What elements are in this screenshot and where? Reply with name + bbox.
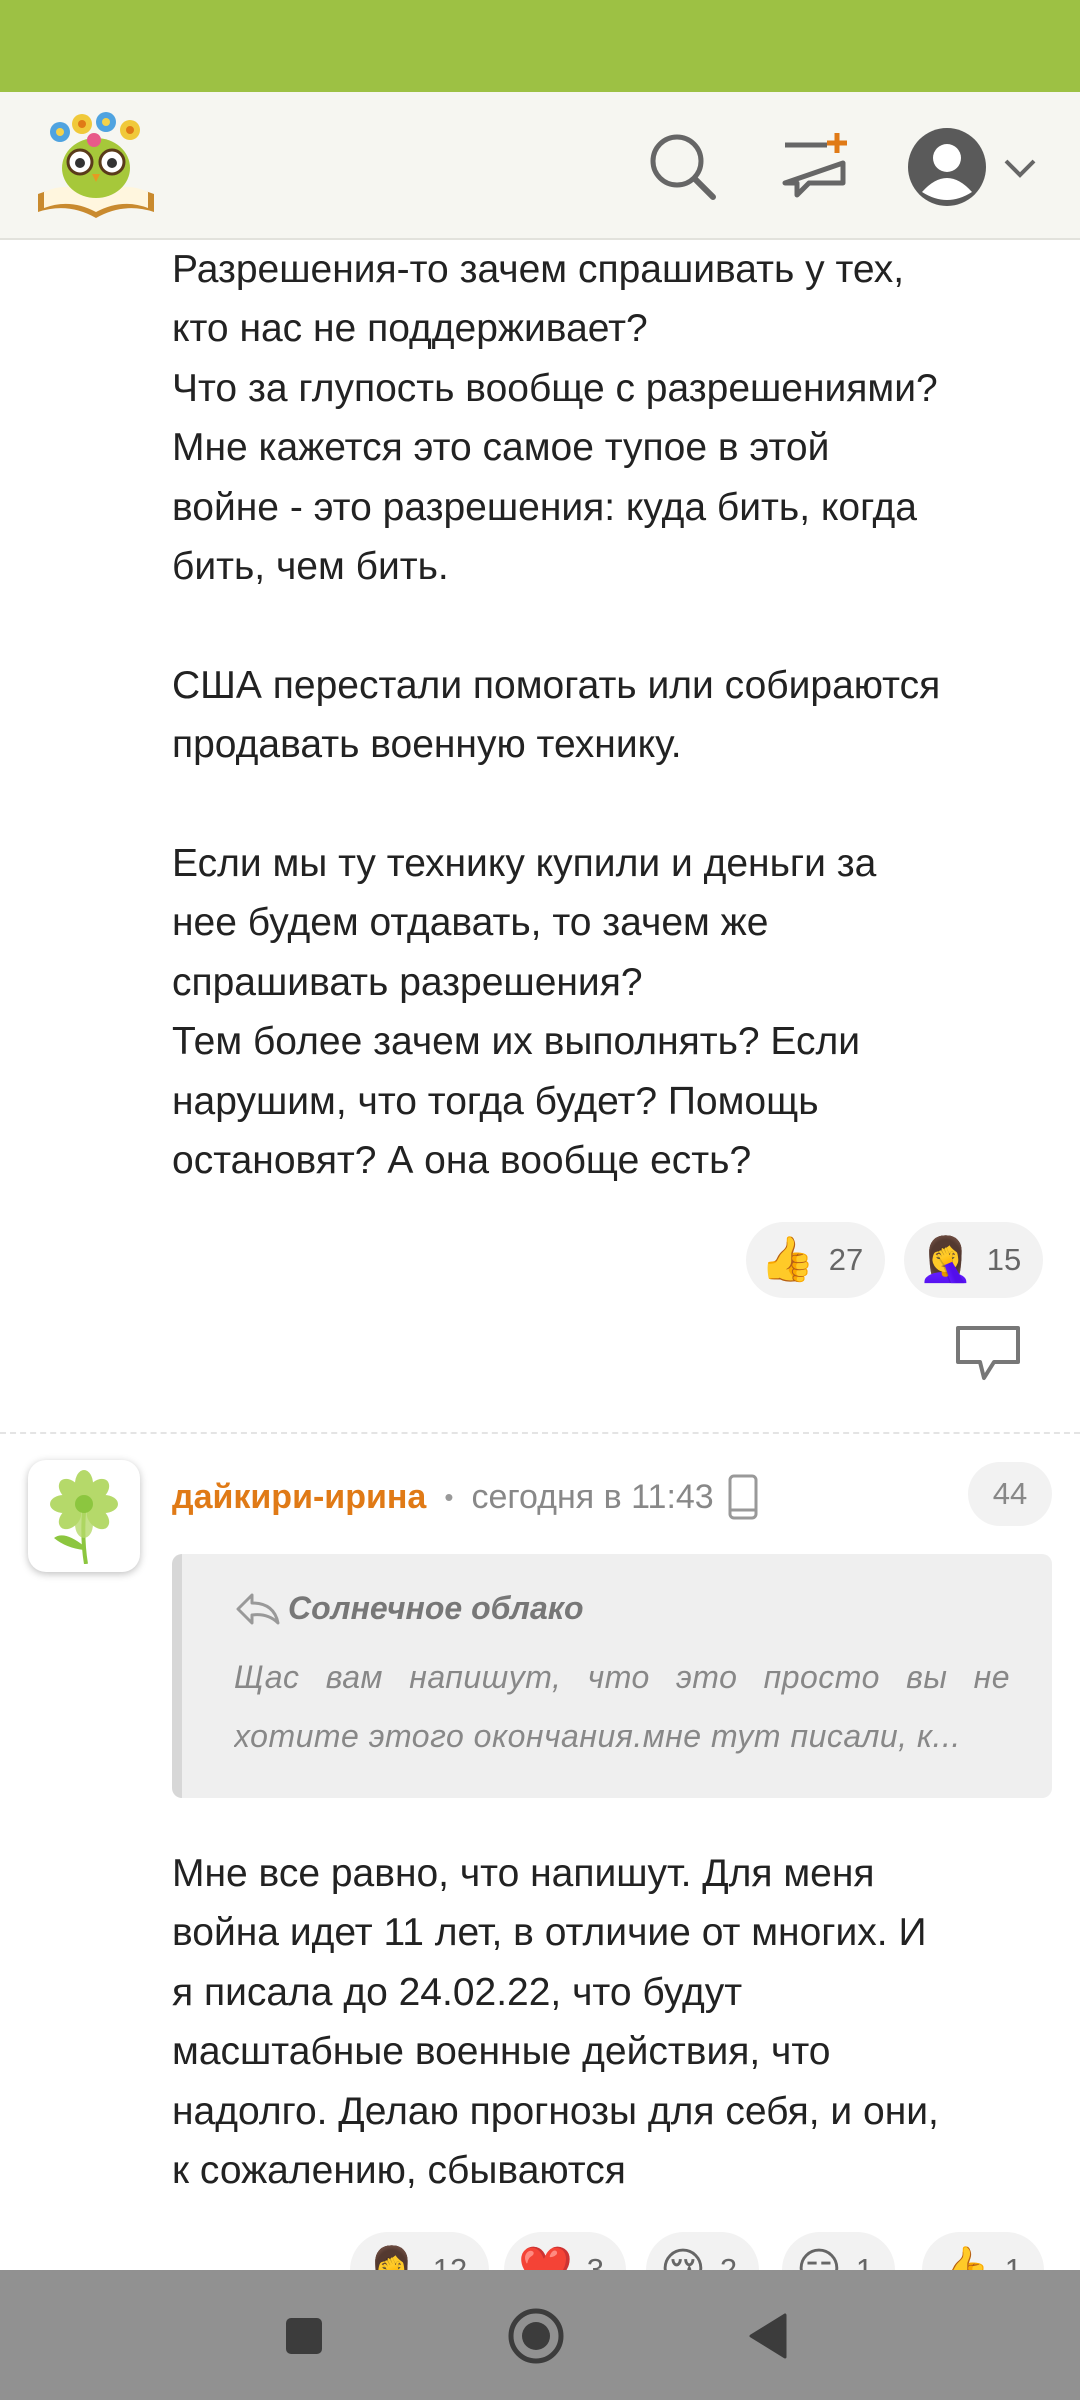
comment-time: сегодня в 11:43 — [471, 1477, 714, 1516]
triangle-back-icon — [749, 2313, 787, 2359]
sad-face-icon: 😢 — [660, 2245, 706, 2271]
mobile-phone-icon — [728, 1474, 758, 1520]
reaction-facepalm[interactable]: 🤦‍♀️ 12 — [350, 2232, 490, 2271]
comment-meta: дайкири-ирина • сегодня в 11:43 — [172, 1472, 758, 1522]
comment-author[interactable]: дайкири-ирина — [172, 1478, 426, 1517]
reaction-count: 12 — [432, 2252, 468, 2270]
system-nav-bar — [0, 2270, 1080, 2400]
quoted-comment[interactable]: Солнечное облако Щас вам напишут, что эт… — [172, 1554, 1052, 1798]
avatar[interactable] — [28, 1460, 140, 1572]
flower-avatar-icon — [50, 1470, 118, 1564]
reaction-count: 2 — [719, 2252, 738, 2270]
search-button[interactable] — [638, 122, 728, 212]
smirk-face-icon: 😏 — [796, 2245, 842, 2271]
facepalm-icon: 🤦‍♀️ — [364, 2245, 419, 2271]
thumbs-up-icon: 👍 — [760, 1235, 815, 1284]
search-icon — [650, 134, 716, 200]
user-avatar-icon — [908, 128, 986, 206]
comment-text: Мне все равно, что напишут. Для меня вой… — [172, 1852, 939, 2193]
post-paragraph: Если мы ту технику купили и деньги за не… — [172, 842, 877, 1183]
status-bar — [0, 0, 1080, 92]
new-post-button[interactable] — [770, 122, 860, 212]
back-button[interactable] — [728, 2294, 812, 2378]
reaction-like[interactable]: 👍 27 — [746, 1222, 886, 1298]
quote-text: Щас вам напишут, что это просто вы не хо… — [234, 1648, 1010, 1766]
reply-button[interactable] — [954, 1324, 1022, 1384]
home-button[interactable] — [494, 2294, 578, 2378]
reaction-count: 27 — [828, 1242, 864, 1277]
comment-number-badge[interactable]: 44 — [968, 1462, 1052, 1526]
reaction-smirk[interactable]: 😏 1 — [782, 2232, 896, 2271]
reply-arrow-icon — [236, 1593, 280, 1624]
meta-separator: • — [444, 1481, 454, 1512]
heart-icon: ❤️ — [518, 2245, 573, 2271]
reaction-heart[interactable]: ❤️ 3 — [504, 2232, 627, 2271]
reaction-like[interactable]: 👍 1 — [922, 2232, 1045, 2271]
new-message-plus-icon — [782, 133, 847, 198]
quote-line: Щас вам напишут, что это просто вы не — [234, 1659, 1010, 1695]
reaction-sad[interactable]: 😢 2 — [646, 2232, 760, 2271]
chevron-down-icon — [1004, 159, 1036, 178]
reaction-count: 3 — [586, 2252, 605, 2270]
reaction-count: 1 — [855, 2252, 874, 2270]
reaction-facepalm[interactable]: 🤦‍♀️ 15 — [904, 1222, 1044, 1298]
profile-menu-button[interactable] — [898, 122, 1048, 212]
quote-author: Солнечное облако — [288, 1590, 584, 1626]
thumbs-up-icon: 👍 — [936, 2245, 991, 2271]
comment-divider — [0, 1432, 1080, 1434]
circle-home-icon — [508, 2308, 564, 2364]
post-paragraph: Разрешения-то зачем спрашивать у тех, кт… — [172, 248, 938, 589]
comment-bubble-icon — [956, 1326, 1020, 1380]
reaction-count: 1 — [1004, 2252, 1023, 2270]
post-paragraph: США перестали помогать или собираются пр… — [172, 664, 941, 767]
quote-line: хотите этого окончания.мне тут писали, к… — [234, 1718, 961, 1754]
square-recents-icon — [286, 2318, 322, 2354]
owl-book-logo-icon[interactable] — [34, 108, 158, 222]
quote-header: Солнечное облако — [234, 1590, 584, 1627]
facepalm-icon: 🤦‍♀️ — [918, 1235, 973, 1284]
comments-feed: Разрешения-то зачем спрашивать у тех, кт… — [0, 240, 1080, 2270]
recents-button[interactable] — [262, 2294, 346, 2378]
reaction-count: 15 — [986, 1242, 1022, 1277]
app-header — [0, 92, 1080, 240]
